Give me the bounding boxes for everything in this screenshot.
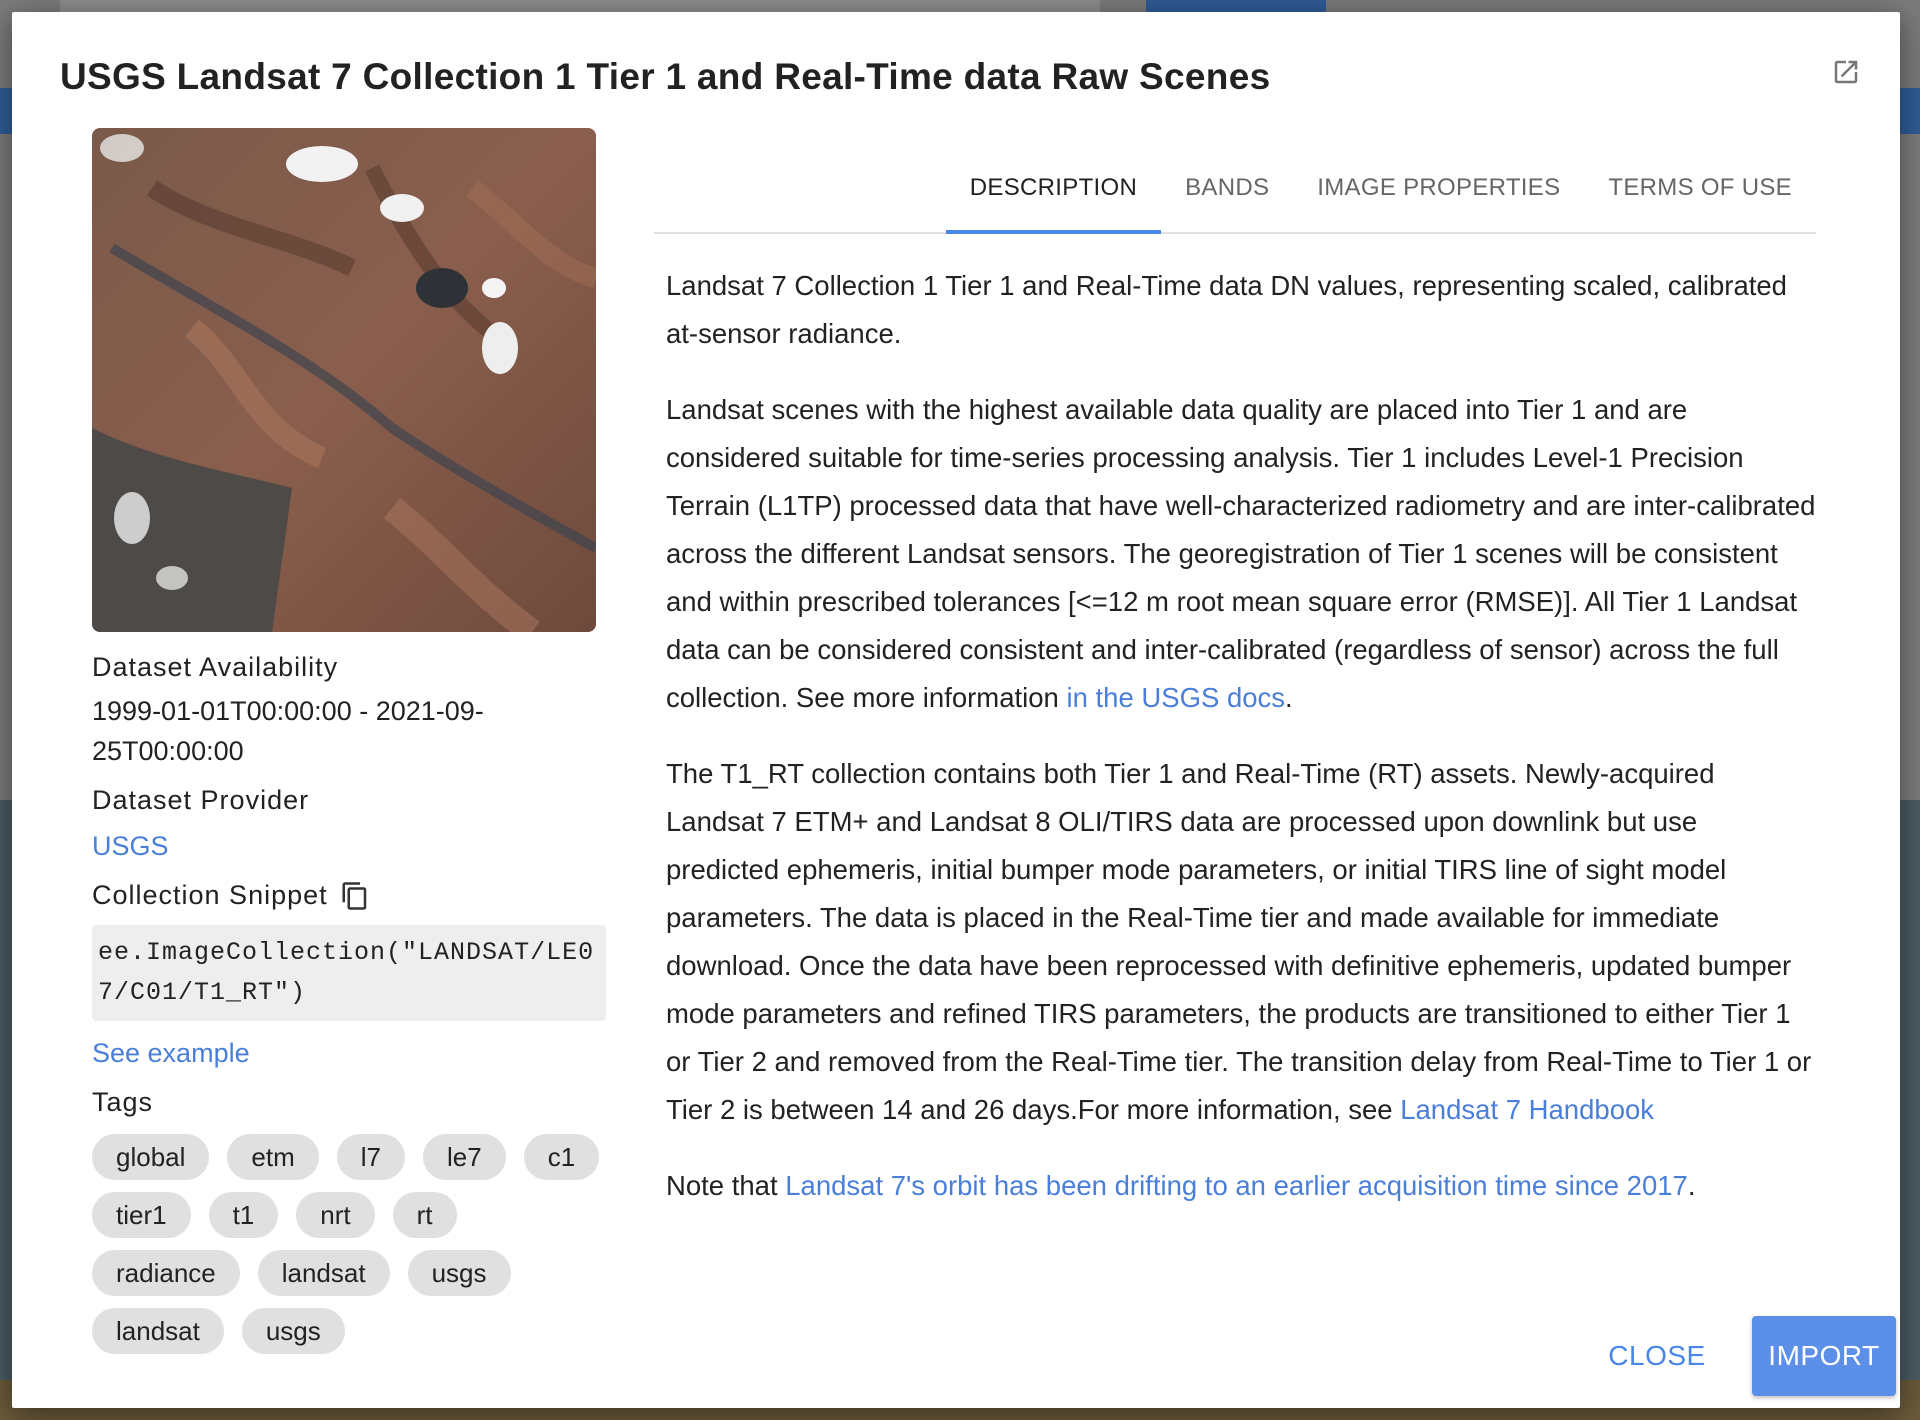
paragraph-text: . bbox=[1687, 1170, 1696, 1201]
copy-icon[interactable] bbox=[340, 881, 370, 911]
tab-image-properties[interactable]: IMAGE PROPERTIES bbox=[1293, 156, 1584, 232]
background-right-panel bbox=[1900, 134, 1920, 800]
tag-chip[interactable]: global bbox=[92, 1134, 210, 1180]
collection-snippet[interactable]: ee.ImageCollection("LANDSAT/LE07/C01/T1_… bbox=[92, 925, 606, 1021]
background-blue-strip-right bbox=[1900, 88, 1920, 134]
tag-chip[interactable]: landsat bbox=[92, 1308, 224, 1354]
dataset-tabs: DESCRIPTION BANDS IMAGE PROPERTIES TERMS… bbox=[654, 156, 1816, 234]
tag-chip[interactable]: usgs bbox=[407, 1250, 511, 1296]
snippet-label: Collection Snippet bbox=[92, 880, 328, 910]
tag-chip[interactable]: t1 bbox=[208, 1192, 279, 1238]
description-paragraph-2: Landsat scenes with the highest availabl… bbox=[666, 386, 1816, 722]
availability-value: 1999-01-01T00:00:00 - 2021-09-25T00:00:0… bbox=[92, 696, 484, 766]
tab-bands[interactable]: BANDS bbox=[1161, 156, 1293, 232]
see-example-link[interactable]: See example bbox=[92, 1038, 250, 1068]
availability-label: Dataset Availability bbox=[92, 652, 339, 682]
tag-chip[interactable]: tier1 bbox=[92, 1192, 191, 1238]
tags-list: global etm l7 le7 c1 tier1 t1 nrt rt rad… bbox=[92, 1134, 612, 1354]
dataset-dialog: USGS Landsat 7 Collection 1 Tier 1 and R… bbox=[12, 12, 1900, 1408]
paragraph-text: Note that bbox=[666, 1170, 786, 1201]
orbit-drift-link[interactable]: Landsat 7's orbit has been drifting to a… bbox=[785, 1170, 1688, 1201]
tag-chip[interactable]: c1 bbox=[523, 1134, 600, 1180]
tag-chip[interactable]: l7 bbox=[336, 1134, 405, 1180]
close-button[interactable]: CLOSE bbox=[1602, 1330, 1712, 1382]
dataset-metadata: Dataset Availability 1999-01-01T00:00:00… bbox=[92, 652, 636, 1354]
dialog-title: USGS Landsat 7 Collection 1 Tier 1 and R… bbox=[60, 56, 1271, 97]
open-in-new-icon[interactable] bbox=[1826, 52, 1866, 92]
tag-chip[interactable]: usgs bbox=[241, 1308, 345, 1354]
paragraph-text: Landsat scenes with the highest availabl… bbox=[666, 394, 1816, 713]
tab-description[interactable]: DESCRIPTION bbox=[945, 156, 1162, 234]
description-panel: Landsat 7 Collection 1 Tier 1 and Real-T… bbox=[666, 262, 1816, 1238]
usgs-docs-link[interactable]: in the USGS docs bbox=[1066, 682, 1285, 713]
tag-chip[interactable]: nrt bbox=[296, 1192, 375, 1238]
description-paragraph-3: The T1_RT collection contains both Tier … bbox=[666, 750, 1816, 1134]
provider-link[interactable]: USGS bbox=[92, 831, 169, 861]
landsat-handbook-link[interactable]: Landsat 7 Handbook bbox=[1400, 1094, 1654, 1125]
tag-chip[interactable]: etm bbox=[227, 1134, 319, 1180]
dataset-thumbnail bbox=[92, 128, 596, 632]
snippet-header: Collection Snippet bbox=[92, 880, 636, 911]
tab-terms-of-use[interactable]: TERMS OF USE bbox=[1584, 156, 1816, 232]
tag-chip[interactable]: le7 bbox=[423, 1134, 506, 1180]
paragraph-text: . bbox=[1285, 682, 1293, 713]
import-button[interactable]: IMPORT bbox=[1752, 1316, 1896, 1396]
paragraph-text: The T1_RT collection contains both Tier … bbox=[666, 758, 1812, 1125]
tag-chip[interactable]: radiance bbox=[92, 1250, 240, 1296]
description-paragraph-1: Landsat 7 Collection 1 Tier 1 and Real-T… bbox=[666, 270, 1787, 349]
tags-label: Tags bbox=[92, 1087, 154, 1117]
tag-chip[interactable]: rt bbox=[392, 1192, 457, 1238]
tag-chip[interactable]: landsat bbox=[257, 1250, 390, 1296]
description-paragraph-4: Note that Landsat 7's orbit has been dri… bbox=[666, 1162, 1816, 1210]
provider-label: Dataset Provider bbox=[92, 785, 310, 815]
